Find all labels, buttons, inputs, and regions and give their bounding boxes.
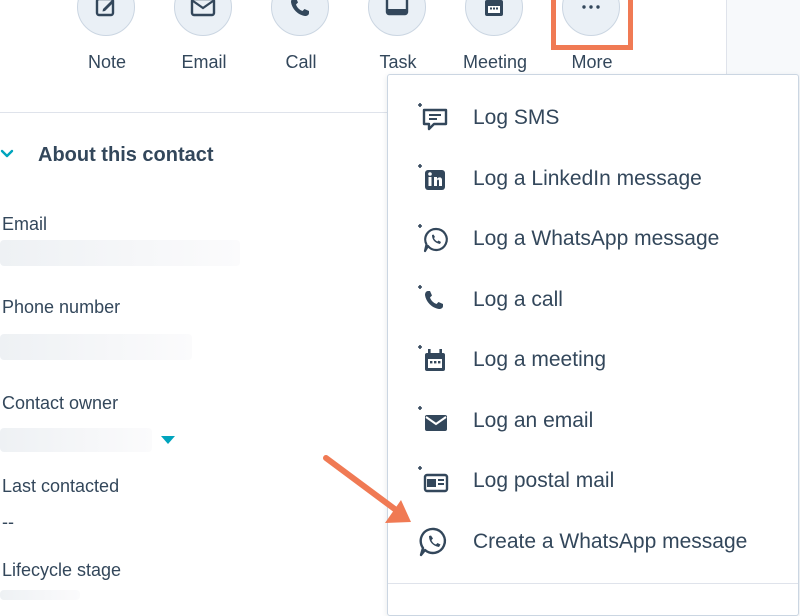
annotation-arrow	[323, 455, 411, 523]
